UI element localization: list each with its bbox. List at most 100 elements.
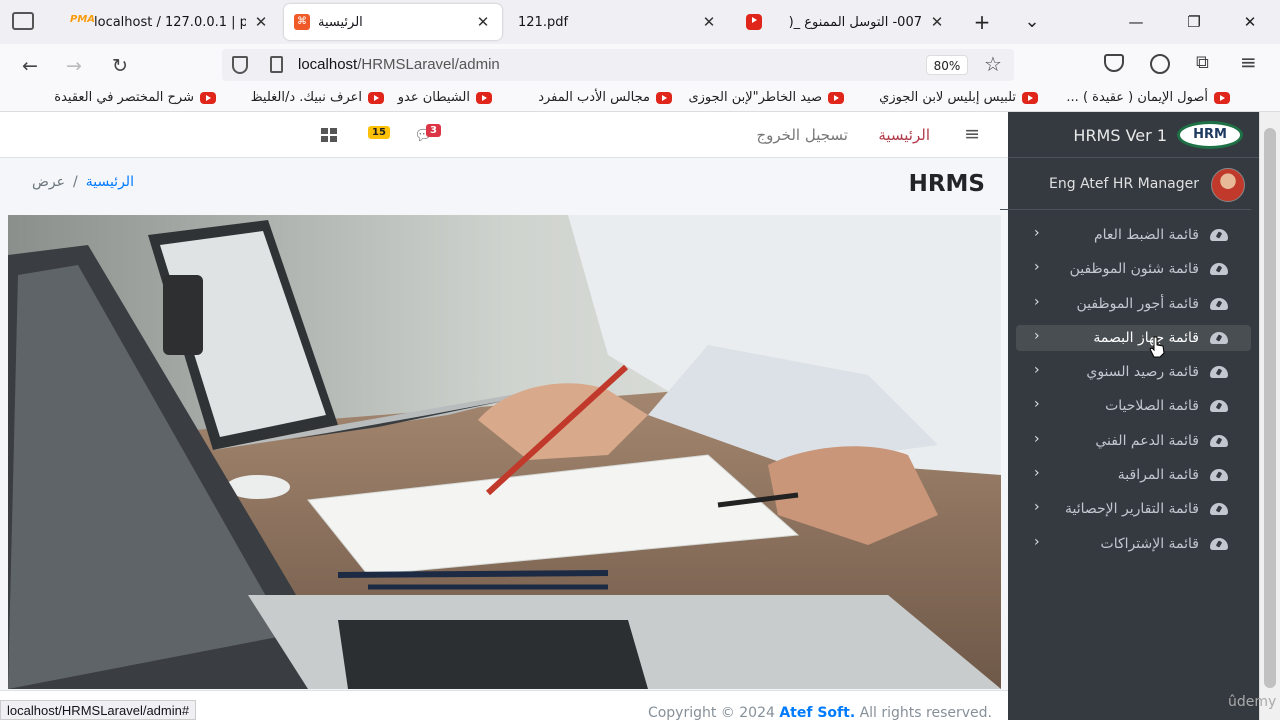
sidebar-item-employee-salaries[interactable]: قائمة أجور الموظفين ‹ xyxy=(1016,291,1251,317)
tab-youtube[interactable]: 007- التوسل الممنوع _( ✕ xyxy=(736,4,956,40)
url-text[interactable]: localhost/HRMSLaravel/admin xyxy=(298,56,500,73)
tab-close-icon[interactable]: ✕ xyxy=(474,13,492,31)
main-sidebar: HRM HRMS Ver 1 Eng Atef HR Manager قائمة… xyxy=(1000,112,1259,720)
page-icon[interactable] xyxy=(270,56,283,73)
bookmark-item[interactable]: الشيطان عدو xyxy=(398,90,492,105)
chevron-left-icon: ‹ xyxy=(1034,430,1040,447)
bookmark-item[interactable]: صيد الخاطر"لإبن الجوزى xyxy=(688,90,844,105)
logout-link[interactable]: تسجيل الخروج xyxy=(756,126,848,144)
sidebar-item-general-settings[interactable]: قائمة الضبط العام ‹ xyxy=(1016,222,1251,248)
app-icon: ⌘ xyxy=(294,14,310,30)
reload-button[interactable]: ↻ xyxy=(106,52,134,80)
tab-label: الرئيسية xyxy=(318,14,363,30)
hand-cursor-icon xyxy=(1149,336,1165,358)
messages-badge: 3 xyxy=(426,124,441,137)
company-link[interactable]: Atef Soft. xyxy=(779,705,855,720)
youtube-icon xyxy=(1022,91,1038,104)
chevron-left-icon: ‹ xyxy=(1034,533,1040,550)
brand-logo: HRM xyxy=(1177,121,1243,149)
sidebar-item-label: قائمة الدعم الفني xyxy=(1095,432,1199,449)
dashboard-icon xyxy=(1209,434,1231,448)
bookmark-label: مجالس الأدب المفرد xyxy=(538,90,650,105)
bookmark-item[interactable]: أصول الإيمان ( عقيدة ) ... xyxy=(1066,90,1230,105)
sidebar-menu: قائمة الضبط العام ‹ قائمة شئون الموظفين ‹ … xyxy=(1008,222,1259,565)
sidebar-item-fingerprint-device[interactable]: قائمة جهاز البصمة ‹ xyxy=(1016,324,1251,351)
avatar[interactable] xyxy=(1211,168,1245,202)
address-bar[interactable]: localhost/HRMSLaravel/admin 80% ☆ xyxy=(222,49,1014,81)
sidebar-item-label: قائمة رصيد السنوي xyxy=(1086,364,1199,381)
sidebar-item-permissions[interactable]: قائمة الصلاحيات ‹ xyxy=(1016,393,1251,419)
bookmark-item[interactable]: تلبيس إبليس لابن الجوزي xyxy=(879,90,1038,105)
breadcrumb: الرئيسية / عرض xyxy=(32,174,134,190)
bookmark-label: تلبيس إبليس لابن الجوزي xyxy=(879,90,1016,105)
minimize-button[interactable]: — xyxy=(1118,8,1154,36)
menu-icon[interactable]: ≡ xyxy=(1240,50,1257,74)
chevron-left-icon: ‹ xyxy=(1034,259,1040,276)
bookmarks-bar: أصول الإيمان ( عقيدة ) ... تلبيس إبليس ل… xyxy=(0,86,1280,112)
tab-overview-icon[interactable] xyxy=(12,12,34,30)
youtube-icon xyxy=(828,91,844,104)
bookmark-label: أصول الإيمان ( عقيدة ) ... xyxy=(1066,90,1208,105)
office-laptops-illustration xyxy=(8,215,1001,689)
breadcrumb-separator: / xyxy=(73,174,78,190)
sidebar-item-monitoring[interactable]: قائمة المراقبة ‹ xyxy=(1016,462,1251,488)
status-bar-url: localhost/HRMSLaravel/admin# xyxy=(0,700,197,720)
apps-grid-icon[interactable] xyxy=(321,128,337,142)
bookmark-star-icon[interactable]: ☆ xyxy=(984,52,1002,76)
brand-link[interactable]: HRM HRMS Ver 1 xyxy=(1008,112,1259,158)
tab-pdf[interactable]: 121.pdf ✕ xyxy=(508,4,728,40)
tab-label: 007- التوسل الممنوع _( xyxy=(788,14,922,30)
close-window-button[interactable]: ✕ xyxy=(1232,8,1268,36)
tab-close-icon[interactable]: ✕ xyxy=(928,13,946,31)
tab-close-icon[interactable]: ✕ xyxy=(700,13,718,31)
shield-icon[interactable] xyxy=(232,56,248,74)
bookmark-label: صيد الخاطر"لإبن الجوزى xyxy=(688,90,822,105)
user-name[interactable]: Eng Atef HR Manager xyxy=(1049,176,1199,192)
chevron-left-icon: ‹ xyxy=(1034,327,1040,344)
nav-home-link[interactable]: الرئيسية xyxy=(878,126,930,144)
youtube-icon xyxy=(656,91,672,104)
page-scrollbar[interactable] xyxy=(1259,112,1280,720)
sidebar-item-annual-balance[interactable]: قائمة رصيد السنوي ‹ xyxy=(1016,359,1251,385)
tab-home[interactable]: ⌘ الرئيسية ✕ xyxy=(284,4,502,40)
tab-label: localhost / 127.0.0.1 | p xyxy=(94,14,246,30)
menu-toggle-icon[interactable]: ≡ xyxy=(964,123,980,145)
dashboard-icon xyxy=(1209,502,1231,516)
content-area: HRMS الرئيسية / عرض xyxy=(0,158,1008,720)
sidebar-item-employee-affairs[interactable]: قائمة شئون الموظفين ‹ xyxy=(1016,256,1251,282)
account-icon[interactable] xyxy=(1150,54,1170,74)
bookmark-item[interactable]: اعرف نبيك. د/الغليظ xyxy=(251,90,384,105)
dashboard-icon xyxy=(1209,228,1231,242)
restore-button[interactable]: ❐ xyxy=(1176,8,1212,36)
pocket-icon[interactable] xyxy=(1104,54,1124,72)
sidebar-item-label: قائمة شئون الموظفين xyxy=(1069,261,1199,278)
user-panel: Eng Atef HR Manager xyxy=(1000,158,1251,210)
chevron-left-icon: ‹ xyxy=(1034,362,1040,379)
sidebar-item-statistical-reports[interactable]: قائمة التقارير الإحصائية ‹ xyxy=(1016,496,1251,522)
forward-button[interactable]: → xyxy=(60,52,88,80)
dashboard-icon xyxy=(1209,262,1231,276)
tab-phpmyadmin[interactable]: PMA localhost / 127.0.0.1 | p ✕ xyxy=(60,4,280,40)
zoom-level[interactable]: 80% xyxy=(926,55,968,75)
scrollbar-thumb[interactable] xyxy=(1264,128,1276,688)
chevron-left-icon: ‹ xyxy=(1034,225,1040,241)
sidebar-item-subscriptions[interactable]: قائمة الإشتراكات ‹ xyxy=(1016,531,1251,557)
url-path: /HRMSLaravel/admin xyxy=(357,56,500,73)
bookmark-item[interactable]: شرح المختصر في العقيدة xyxy=(54,90,216,105)
copyright-text: Copyright © 2024 Atef Soft. All rights r… xyxy=(648,705,992,720)
messages-button[interactable]: 💬︎ 3 xyxy=(414,124,441,144)
back-button[interactable]: ← xyxy=(16,52,44,80)
chevron-left-icon: ‹ xyxy=(1034,465,1040,482)
sidebar-item-tech-support[interactable]: قائمة الدعم الفني ‹ xyxy=(1016,428,1251,454)
dashboard-icon xyxy=(1209,399,1231,413)
breadcrumb-home-link[interactable]: الرئيسية xyxy=(86,174,134,190)
extensions-icon[interactable]: ⧉ xyxy=(1196,52,1209,73)
notifications-badge: 15 xyxy=(368,126,390,139)
bookmark-label: الشيطان عدو xyxy=(397,90,470,105)
bookmark-item[interactable]: مجالس الأدب المفرد xyxy=(538,90,672,105)
new-tab-button[interactable]: + xyxy=(964,8,1000,36)
tab-list-button[interactable]: ⌄ xyxy=(1014,8,1050,36)
browser-nav-bar: ← → ↻ localhost/HRMSLaravel/admin 80% ☆ … xyxy=(0,44,1280,86)
tab-close-icon[interactable]: ✕ xyxy=(252,13,270,31)
udemy-watermark: ûdemy xyxy=(1228,694,1277,710)
